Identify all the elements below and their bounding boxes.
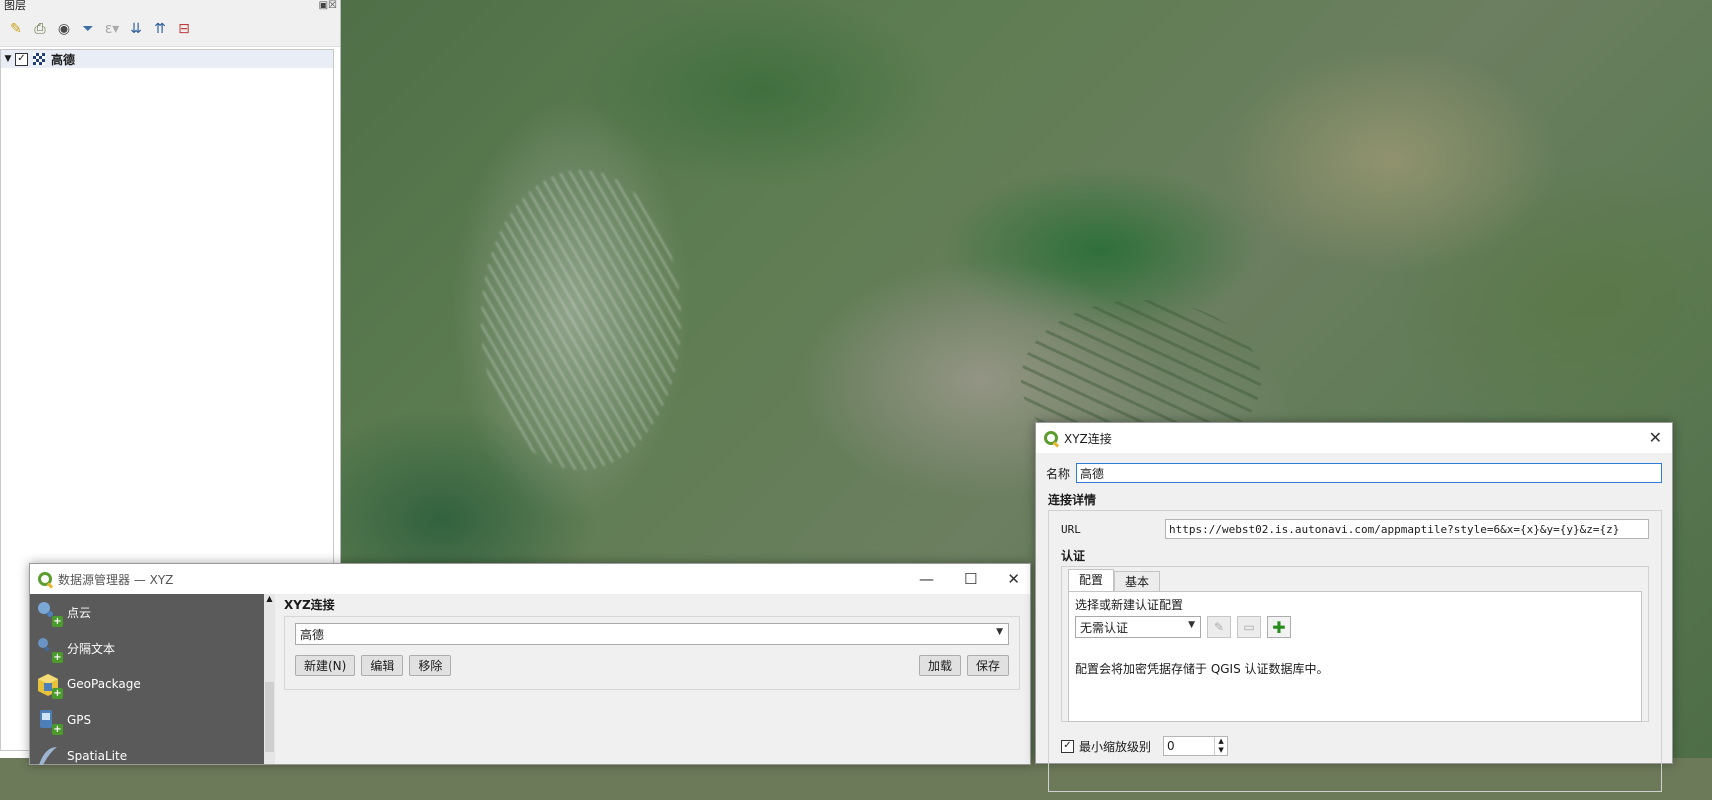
layers-panel-titlebar: 图层 ▣☒ (0, 0, 340, 12)
remove-layer-icon[interactable]: ⊟ (174, 19, 194, 39)
scroll-up-icon[interactable]: ▲ (264, 594, 275, 603)
expand-arrow-icon[interactable]: ▼ (1, 54, 15, 64)
xyz-dialog-title: XYZ连接 (1064, 431, 1112, 446)
tab-basic[interactable]: 基本 (1114, 571, 1161, 591)
expand-all-icon[interactable]: ⇊ (126, 19, 146, 39)
plus-icon: ✚ (1272, 617, 1286, 637)
name-field-value: 高德 (1080, 466, 1105, 481)
auth-config-value: 无需认证 (1080, 620, 1129, 635)
auth-config-select[interactable]: 无需认证 ▼ (1075, 616, 1201, 638)
sidebar-item-label: 点云 (67, 605, 92, 620)
scrollbar-thumb[interactable] (265, 682, 274, 752)
eye-icon[interactable]: ◉ (54, 19, 74, 39)
sidebar-item-point-cloud[interactable]: + 点云 (30, 594, 264, 630)
new-connection-button[interactable]: 新建(N) (295, 655, 356, 676)
dsm-sidebar: + 点云 + 分隔文本 + GeoPackage + GPS SpatiaLit… (30, 594, 264, 765)
min-zoom-label: 最小缩放级别 (1079, 739, 1152, 754)
minus-icon: ▭ (1243, 620, 1255, 634)
url-field[interactable]: https://webst02.is.autonavi.com/appmapti… (1165, 519, 1649, 539)
auth-group: 配置 基本 选择或新建认证配置 无需认证 ▼ ✎ ▭ ✚ 配置会将加密凭据存储于 (1061, 566, 1649, 722)
min-zoom-value: 0 (1167, 739, 1175, 753)
filter-icon[interactable]: ⏷ (78, 19, 98, 39)
remove-auth-button[interactable]: ▭ (1237, 616, 1261, 638)
gps-icon: + (35, 707, 63, 735)
auth-title: 认证 (1061, 549, 1086, 563)
delimited-text-icon: + (35, 635, 63, 663)
edit-connection-button[interactable]: 编辑 (361, 655, 404, 676)
edit-auth-button[interactable]: ✎ (1207, 616, 1231, 638)
panel-float-close-controls[interactable]: ▣☒ (319, 0, 337, 12)
name-label: 名称 (1046, 466, 1071, 481)
style-manager-icon[interactable]: ✎ (6, 19, 26, 39)
tab-config[interactable]: 配置 (1068, 569, 1115, 591)
maximize-button[interactable]: ☐ (964, 570, 977, 588)
save-connections-button[interactable]: 保存 (966, 655, 1009, 676)
chevron-down-icon: ▼ (996, 627, 1003, 637)
sidebar-item-label: GeoPackage (67, 677, 141, 691)
url-row: URL https://webst02.is.autonavi.com/appm… (1061, 517, 1649, 541)
filter-expression-icon[interactable]: ε▾ (102, 19, 122, 39)
layer-name: 高德 (51, 52, 76, 67)
sidebar-item-label: GPS (67, 713, 92, 727)
data-source-manager-window: 数据源管理器 — XYZ — ☐ ✕ + 点云 + 分隔文本 + GeoPack… (29, 563, 1031, 765)
add-auth-button[interactable]: ✚ (1267, 616, 1291, 638)
url-label: URL (1061, 522, 1081, 536)
sidebar-item-geopackage[interactable]: + GeoPackage (30, 666, 264, 702)
name-row: 名称 高德 (1046, 461, 1662, 485)
auth-prompt: 选择或新建认证配置 (1075, 598, 1184, 612)
sidebar-item-label: SpatiaLite (67, 749, 128, 763)
min-zoom-spinbox[interactable]: 0 ▲ ▼ (1163, 736, 1229, 756)
dsm-title: 数据源管理器 — XYZ (58, 572, 174, 587)
spatialite-icon (35, 743, 61, 769)
connection-select[interactable]: 高德 ▼ (295, 623, 1009, 645)
sidebar-item-gps[interactable]: + GPS (30, 702, 264, 738)
qgis-logo-icon (1044, 431, 1058, 445)
xyz-connection-dialog: XYZ连接 ✕ 名称 高德 连接详情 URL https://webst02.i… (1035, 422, 1673, 792)
minimize-button[interactable]: — (919, 570, 934, 588)
layer-row[interactable]: ▼ ✓ 高德 (1, 50, 333, 68)
remove-connection-button[interactable]: 移除 (409, 655, 452, 676)
point-cloud-icon: + (35, 599, 63, 627)
pencil-icon: ✎ (1213, 620, 1225, 634)
auth-config-page: 选择或新建认证配置 无需认证 ▼ ✎ ▭ ✚ 配置会将加密凭据存储于 QGIS … (1068, 591, 1642, 722)
sidebar-item-label: 分隔文本 (67, 641, 116, 656)
sidebar-scrollbar[interactable]: ▲ (264, 594, 275, 764)
geopackage-icon: + (35, 671, 63, 699)
url-field-value: https://webst02.is.autonavi.com/appmapti… (1169, 522, 1620, 536)
min-zoom-checkbox[interactable]: ✓ (1061, 739, 1074, 753)
spin-arrows-icon[interactable]: ▲ ▼ (1214, 737, 1227, 755)
xyz-dialog-body: 名称 高德 连接详情 URL https://webst02.is.autona… (1036, 453, 1672, 800)
qgis-logo-icon (38, 572, 52, 586)
dsm-titlebar: 数据源管理器 — XYZ — ☐ ✕ (30, 564, 1030, 594)
xyz-dialog-titlebar: XYZ连接 ✕ (1036, 423, 1672, 453)
auth-note: 配置会将加密凭据存储于 QGIS 认证数据库中。 (1075, 662, 1329, 676)
close-button[interactable]: ✕ (1007, 570, 1020, 588)
connection-select-value: 高德 (300, 627, 325, 642)
layers-panel-title: 图层 (4, 0, 26, 12)
add-group-icon[interactable]: ⎙ (30, 19, 50, 39)
load-connections-button[interactable]: 加载 (918, 655, 961, 676)
layers-toolbar: ✎ ⎙ ◉ ⏷ ε▾ ⇊ ⇈ ⊟ (0, 12, 340, 47)
connection-details-group: URL https://webst02.is.autonavi.com/appm… (1048, 510, 1662, 792)
collapse-all-icon[interactable]: ⇈ (150, 19, 170, 39)
chevron-down-icon: ▼ (1188, 620, 1195, 630)
min-zoom-row: ✓ 最小缩放级别 0 ▲ ▼ (1061, 736, 1649, 756)
auth-select-row: 无需认证 ▼ ✎ ▭ ✚ (1075, 616, 1635, 638)
layer-visibility-checkbox[interactable]: ✓ (15, 52, 28, 66)
xyz-section-title: XYZ连接 (284, 598, 335, 612)
sidebar-item-spatialite[interactable]: SpatiaLite (30, 738, 264, 774)
close-icon[interactable]: ✕ (1649, 428, 1662, 447)
xyz-connections-group: 高德 ▼ 新建(N) 编辑 移除 加载 保存 (284, 616, 1020, 690)
xyz-connections-panel: XYZ连接 高德 ▼ 新建(N) 编辑 移除 加载 保存 (284, 594, 1020, 764)
auth-tabs: 配置 基本 (1068, 569, 1642, 591)
name-field[interactable]: 高德 (1076, 463, 1662, 483)
raster-layer-icon (33, 53, 45, 65)
map-snow-region (481, 170, 681, 470)
sidebar-item-delimited-text[interactable]: + 分隔文本 (30, 630, 264, 666)
connection-details-title: 连接详情 (1048, 493, 1097, 507)
